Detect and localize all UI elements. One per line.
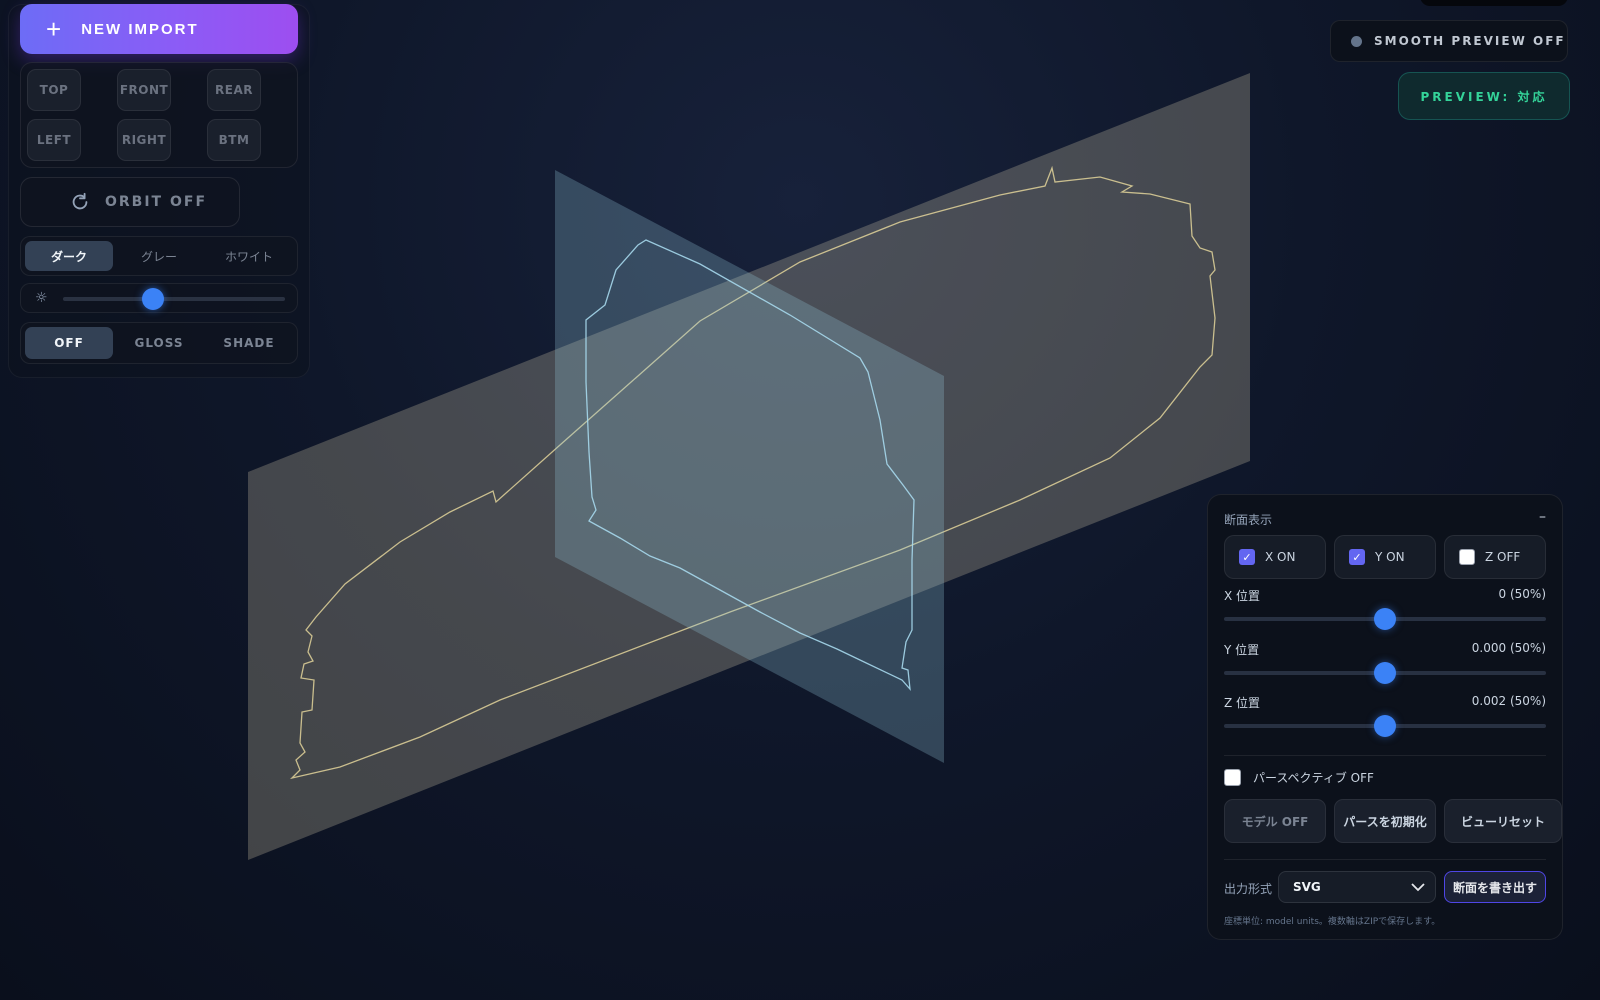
model-toggle-button[interactable]: モデル OFF: [1224, 799, 1326, 843]
new-import-button[interactable]: + NEW IMPORT: [20, 4, 298, 54]
status-dot-icon: [1351, 35, 1362, 47]
theme-white-option[interactable]: ホワイト: [205, 241, 293, 271]
units-note: 座標単位: model units。複数軸はZIPで保存します。: [1224, 917, 1441, 927]
y-position-value: 0.000 (50%): [1471, 641, 1546, 655]
view-presets: TOP FRONT REAR LEFT RIGHT BTM: [20, 62, 298, 168]
render-shade-option[interactable]: SHADE: [205, 327, 293, 359]
render-gloss-option[interactable]: GLOSS: [115, 327, 203, 359]
view-top-button[interactable]: TOP: [27, 69, 81, 111]
theme-selector: ダーク グレー ホワイト: [20, 236, 298, 276]
z-position-label: Z 位置: [1224, 696, 1261, 710]
x-checkbox-checked-icon[interactable]: ✓: [1239, 549, 1255, 565]
section-panel: 断面表示 – ✓ X ON ✓ Y ON Z OFF X 位置 0 (50%) …: [1207, 494, 1563, 940]
brightness-track[interactable]: [63, 297, 285, 301]
reset-perspective-button[interactable]: パースを初期化: [1334, 799, 1436, 843]
view-reset-button[interactable]: ビューリセット: [1444, 799, 1562, 843]
orbit-toggle-button[interactable]: ORBIT OFF: [20, 177, 240, 227]
smooth-preview-toggle[interactable]: SMOOTH PREVIEW OFF: [1330, 20, 1568, 62]
sun-icon: ☼: [35, 290, 48, 306]
preview-label: PREVIEW: 対応: [1420, 89, 1548, 104]
view-front-button[interactable]: FRONT: [117, 69, 171, 111]
orbit-label: ORBIT OFF: [105, 194, 208, 210]
view-left-button[interactable]: LEFT: [27, 119, 81, 161]
z-position-thumb[interactable]: [1374, 715, 1396, 737]
z-axis-toggle[interactable]: Z OFF: [1444, 535, 1546, 579]
divider: [1224, 859, 1546, 860]
y-axis-label: Y ON: [1375, 550, 1405, 564]
theme-dark-option[interactable]: ダーク: [25, 241, 113, 271]
perspective-checkbox-icon[interactable]: [1224, 769, 1241, 786]
x-position-thumb[interactable]: [1374, 608, 1396, 630]
render-off-option[interactable]: OFF: [25, 327, 113, 359]
divider: [1224, 755, 1546, 756]
y-position-thumb[interactable]: [1374, 662, 1396, 684]
section-panel-title: 断面表示: [1224, 513, 1273, 527]
brightness-thumb[interactable]: [142, 288, 164, 310]
x-axis-toggle[interactable]: ✓ X ON: [1224, 535, 1326, 579]
y-axis-toggle[interactable]: ✓ Y ON: [1334, 535, 1436, 579]
view-rear-button[interactable]: REAR: [207, 69, 261, 111]
collapse-icon[interactable]: –: [1539, 509, 1546, 525]
new-import-label: NEW IMPORT: [81, 20, 199, 38]
z-position-value: 0.002 (50%): [1471, 694, 1546, 708]
x-axis-label: X ON: [1265, 550, 1296, 564]
perspective-label: パースペクティブ OFF: [1253, 771, 1374, 785]
x-position-value: 0 (50%): [1498, 587, 1546, 601]
view-right-button[interactable]: RIGHT: [117, 119, 171, 161]
preview-status-button[interactable]: PREVIEW: 対応: [1398, 72, 1570, 120]
y-position-label: Y 位置: [1224, 643, 1260, 657]
z-axis-label: Z OFF: [1485, 550, 1521, 564]
z-checkbox-unchecked-icon[interactable]: [1459, 549, 1475, 565]
export-section-button[interactable]: 断面を書き出す: [1444, 871, 1546, 903]
theme-gray-option[interactable]: グレー: [115, 241, 203, 271]
brightness-slider[interactable]: ☼: [20, 283, 298, 313]
smooth-preview-label: SMOOTH PREVIEW OFF: [1374, 34, 1566, 48]
output-format-select[interactable]: SVG: [1278, 871, 1436, 903]
top-tab-edge: [1420, 0, 1568, 6]
y-checkbox-checked-icon[interactable]: ✓: [1349, 549, 1365, 565]
view-bottom-button[interactable]: BTM: [207, 119, 261, 161]
output-format-label: 出力形式: [1224, 882, 1273, 896]
x-position-label: X 位置: [1224, 589, 1261, 603]
refresh-icon: [72, 192, 88, 210]
render-mode-selector: OFF GLOSS SHADE: [20, 322, 298, 364]
chevron-down-icon: [1411, 883, 1425, 892]
perspective-toggle[interactable]: パースペクティブ OFF: [1224, 769, 1374, 786]
plus-icon: +: [46, 14, 64, 44]
output-format-value: SVG: [1293, 880, 1321, 894]
